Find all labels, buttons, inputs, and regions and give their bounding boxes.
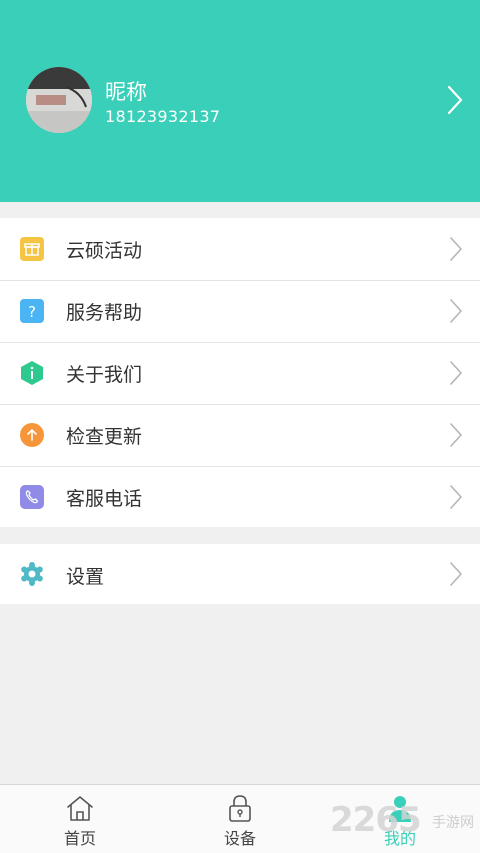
chevron-right-icon — [450, 423, 462, 447]
gear-icon — [21, 562, 43, 586]
svg-text:?: ? — [28, 303, 36, 321]
lock-icon — [229, 795, 251, 822]
watermark-number: 2265 — [330, 800, 422, 840]
avatar[interactable] — [26, 67, 92, 133]
menu-item-label: 检查更新 — [66, 426, 143, 448]
watermark-logo: 2265 手游网 — [330, 800, 480, 844]
menu-item-activity[interactable]: 云硕活动 — [0, 218, 480, 280]
profile-header[interactable]: 昵称 18123932137 — [0, 0, 480, 202]
home-icon — [67, 796, 93, 821]
tab-label: 设备 — [223, 829, 256, 848]
info-hexagon-icon — [21, 361, 43, 385]
upload-arrow-icon — [20, 423, 44, 447]
menu-item-about[interactable]: 关于我们 — [0, 342, 480, 404]
menu-item-label: 设置 — [66, 566, 105, 588]
chevron-right-icon — [450, 562, 462, 586]
menu-main: 云硕活动 ? 服务帮助 关于我们 检查更新 客服电话 — [0, 218, 480, 527]
nickname: 昵称 — [105, 80, 147, 104]
gift-icon — [20, 237, 44, 261]
chevron-right-icon[interactable] — [444, 84, 466, 116]
tab-label: 首页 — [63, 829, 96, 848]
menu-item-label: 服务帮助 — [66, 302, 143, 324]
menu-item-help[interactable]: ? 服务帮助 — [0, 280, 480, 342]
question-icon: ? — [20, 299, 44, 323]
chevron-right-icon — [450, 299, 462, 323]
tab-home[interactable]: 首页 — [0, 785, 160, 853]
phone-icon — [20, 485, 44, 509]
menu-item-update[interactable]: 检查更新 — [0, 404, 480, 466]
chevron-right-icon — [450, 237, 462, 261]
menu-item-label: 云硕活动 — [66, 240, 143, 262]
chevron-right-icon — [450, 361, 462, 385]
tab-device[interactable]: 设备 — [160, 785, 320, 853]
menu-item-label: 客服电话 — [66, 488, 143, 510]
menu-item-settings[interactable]: 设置 — [0, 544, 480, 604]
watermark-text: 手游网 — [432, 815, 474, 831]
menu-item-hotline[interactable]: 客服电话 — [0, 466, 480, 528]
chevron-right-icon — [450, 485, 462, 509]
menu-settings: 设置 — [0, 544, 480, 604]
menu-item-label: 关于我们 — [66, 364, 143, 386]
phone-number: 18123932137 — [105, 107, 221, 126]
